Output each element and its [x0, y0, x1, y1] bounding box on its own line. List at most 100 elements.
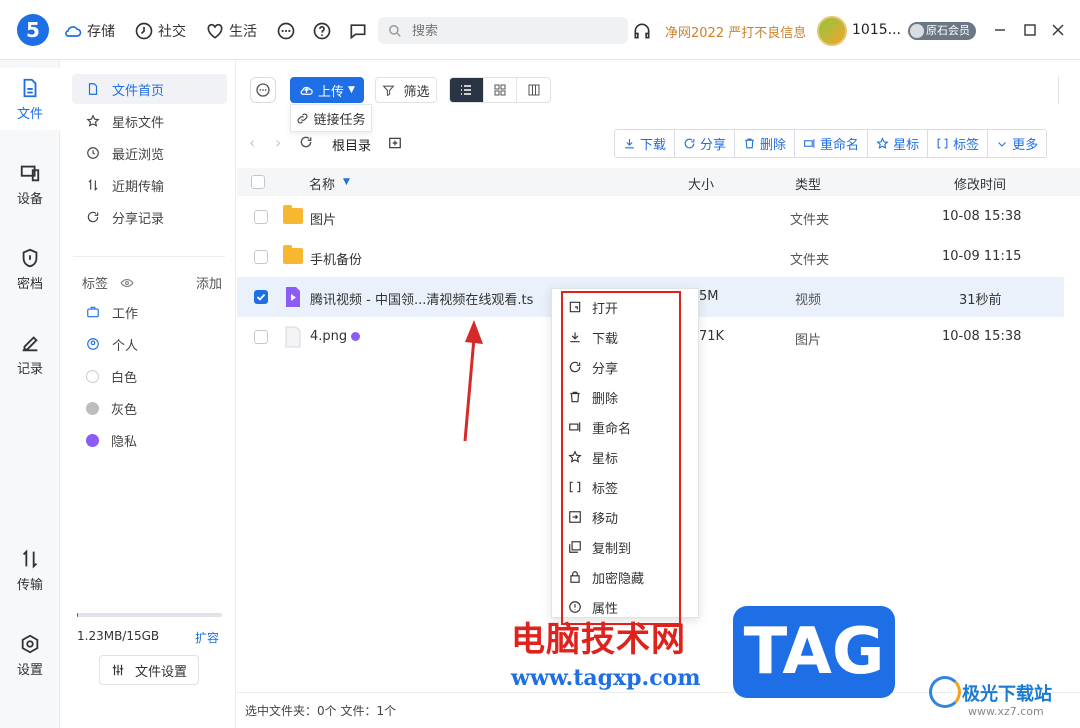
- list-view-button[interactable]: [450, 78, 484, 102]
- nav-life[interactable]: 生活: [205, 20, 257, 42]
- menu-share[interactable]: 分享: [568, 352, 688, 382]
- menu-copy-to[interactable]: 复制到: [568, 532, 688, 562]
- sidebar-item-transfers[interactable]: 近期传输: [72, 170, 227, 200]
- username[interactable]: 1015...: [852, 22, 901, 38]
- column-modified[interactable]: 修改时间: [954, 174, 1006, 193]
- menu-move[interactable]: 移动: [568, 502, 688, 532]
- caret-down-icon: ▼: [348, 85, 355, 95]
- lock-icon: [570, 571, 580, 583]
- avatar[interactable]: [817, 16, 847, 46]
- leftnav-settings-label: 设置: [16, 662, 43, 678]
- filter-button[interactable]: 筛选: [375, 77, 437, 103]
- add-tag-button[interactable]: 添加: [196, 273, 222, 292]
- tag-white[interactable]: 白色: [72, 361, 227, 391]
- table-row[interactable]: 手机备份 文件夹 10-09 11:15: [237, 237, 1064, 277]
- sidebar-item-shares[interactable]: 分享记录: [72, 202, 227, 232]
- private-tag-dot-icon: [351, 332, 360, 341]
- menu-label: 删除: [592, 391, 619, 407]
- upload-button[interactable]: 上传 ▼: [290, 77, 364, 103]
- menu-download[interactable]: 下载: [568, 322, 688, 352]
- refresh-icon[interactable]: [299, 135, 313, 149]
- menu-delete[interactable]: 删除: [568, 382, 688, 412]
- promo-text[interactable]: 净网2022 严打不良信息: [665, 22, 806, 41]
- app-logo[interactable]: 5: [17, 14, 49, 46]
- star-action[interactable]: 星标: [868, 130, 929, 157]
- file-settings-button[interactable]: 文件设置: [99, 655, 199, 685]
- vip-badge[interactable]: 原石会员: [908, 22, 976, 40]
- leftnav-vault[interactable]: 密档: [0, 238, 60, 300]
- new-folder-icon[interactable]: [388, 136, 402, 150]
- close-button[interactable]: [1048, 20, 1068, 40]
- leftnav-settings[interactable]: 设置: [0, 624, 60, 686]
- minimize-button[interactable]: [990, 20, 1010, 40]
- delete-action[interactable]: 删除: [735, 130, 796, 157]
- more-apps-button[interactable]: [276, 20, 296, 42]
- file-action-bar: 下载 分享 删除 重命名 星标 标签 更多: [614, 129, 1048, 158]
- tag-work[interactable]: 工作: [72, 297, 227, 327]
- sidebar-item-starred[interactable]: 星标文件: [72, 106, 227, 136]
- select-all-checkbox[interactable]: [251, 175, 265, 189]
- more-options-button[interactable]: [250, 77, 276, 103]
- rename-action[interactable]: 重命名: [795, 130, 869, 157]
- headphones-icon[interactable]: [632, 21, 652, 41]
- help-button[interactable]: [312, 20, 332, 42]
- column-size[interactable]: 大小: [688, 174, 714, 193]
- expand-storage-link[interactable]: 扩容: [195, 629, 219, 646]
- back-icon[interactable]: ‹: [249, 133, 255, 152]
- tag-gray[interactable]: 灰色: [72, 393, 227, 423]
- sliders-icon: [112, 664, 124, 676]
- menu-label: 分享: [592, 361, 619, 377]
- leftnav-devices[interactable]: 设备: [0, 153, 60, 215]
- link-icon: [298, 113, 308, 123]
- grid-icon: [494, 84, 506, 96]
- nav-storage[interactable]: 存储: [63, 20, 115, 42]
- column-view-button[interactable]: [517, 78, 550, 102]
- tag-label: 隐私: [111, 434, 138, 450]
- share-icon: [569, 361, 581, 373]
- share-action[interactable]: 分享: [675, 130, 736, 157]
- share-icon: [684, 138, 695, 149]
- menu-open[interactable]: 打开: [568, 292, 688, 322]
- tag-private[interactable]: 隐私: [72, 425, 227, 455]
- eye-icon[interactable]: [120, 276, 134, 290]
- breadcrumb[interactable]: 根目录: [332, 135, 371, 154]
- upload-label: 上传: [318, 84, 345, 100]
- leftnav-files[interactable]: 文件: [0, 68, 60, 130]
- download-action[interactable]: 下载: [615, 130, 676, 157]
- move-icon: [569, 511, 581, 523]
- search-input[interactable]: [412, 23, 592, 38]
- table-row[interactable]: 图片 文件夹 10-08 15:38: [237, 197, 1064, 237]
- sidebar-item-recent[interactable]: 最近浏览: [72, 138, 227, 168]
- rename-icon: [804, 139, 815, 148]
- leftnav-files-label: 文件: [16, 106, 43, 122]
- grid-view-button[interactable]: [484, 78, 518, 102]
- menu-tag[interactable]: 标签: [568, 472, 688, 502]
- maximize-button[interactable]: [1020, 20, 1040, 40]
- filter-icon: [382, 85, 396, 96]
- leftnav-transfer[interactable]: 传输: [0, 539, 60, 601]
- menu-star[interactable]: 星标: [568, 442, 688, 472]
- forward-icon[interactable]: ›: [275, 133, 281, 152]
- row-checkbox[interactable]: [254, 250, 268, 264]
- message-button[interactable]: [348, 20, 368, 42]
- menu-encrypt-hide[interactable]: 加密隐藏: [568, 562, 688, 592]
- column-name[interactable]: 名称: [309, 174, 335, 193]
- search-box[interactable]: [378, 17, 628, 44]
- sidebar-item-file-home[interactable]: 文件首页: [72, 74, 227, 104]
- more-action[interactable]: 更多: [988, 130, 1046, 157]
- menu-rename[interactable]: 重命名: [568, 412, 688, 442]
- copy-icon: [569, 541, 581, 553]
- row-checkbox[interactable]: [254, 330, 268, 344]
- pen-icon: [22, 335, 38, 351]
- leftnav-notes[interactable]: 记录: [0, 323, 60, 385]
- tag-action[interactable]: 标签: [928, 130, 989, 157]
- nav-social[interactable]: 社交: [134, 20, 186, 42]
- column-type[interactable]: 类型: [795, 174, 821, 193]
- row-checkbox[interactable]: [254, 210, 268, 224]
- tag-personal[interactable]: 个人: [72, 329, 227, 359]
- row-checkbox[interactable]: [254, 290, 268, 304]
- file-type: 视频: [795, 293, 822, 308]
- tag-label: 灰色: [111, 402, 138, 418]
- leftnav-transfer-label: 传输: [16, 577, 43, 593]
- help-icon: [313, 22, 331, 40]
